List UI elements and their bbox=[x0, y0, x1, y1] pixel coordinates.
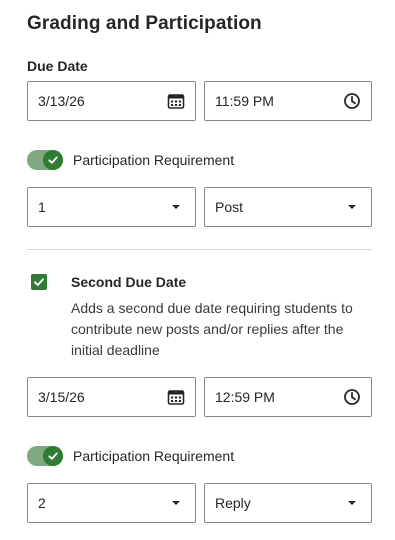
clock-icon[interactable] bbox=[343, 92, 361, 110]
calendar-icon[interactable] bbox=[167, 92, 185, 110]
check-icon bbox=[43, 446, 63, 466]
participation-count-value: 1 bbox=[38, 199, 46, 215]
caret-down-icon bbox=[343, 198, 361, 216]
second-participation-type-value: Reply bbox=[215, 495, 251, 511]
second-due-date-description: Adds a second due date requiring student… bbox=[71, 300, 353, 358]
participation-type-value: Post bbox=[215, 199, 244, 215]
second-due-time-value: 12:59 PM bbox=[215, 389, 275, 405]
section-divider bbox=[27, 249, 372, 250]
due-date-label: Due Date bbox=[27, 58, 88, 74]
section-title: Grading and Participation bbox=[27, 13, 262, 34]
participation-type-select[interactable]: Post bbox=[204, 187, 372, 227]
check-icon bbox=[43, 150, 63, 170]
second-participation-count-select[interactable]: 2 bbox=[27, 483, 196, 523]
participation-toggle[interactable] bbox=[27, 150, 63, 170]
second-due-date-checkbox[interactable] bbox=[31, 274, 47, 290]
due-date-value: 3/13/26 bbox=[38, 93, 85, 109]
second-due-date-label[interactable]: Second Due Date bbox=[71, 274, 186, 290]
second-participation-toggle-label: Participation Requirement bbox=[73, 448, 235, 464]
caret-down-icon bbox=[167, 198, 185, 216]
caret-down-icon bbox=[343, 494, 361, 512]
clock-icon[interactable] bbox=[343, 388, 361, 406]
second-due-date-input[interactable]: 3/15/26 bbox=[27, 377, 196, 417]
participation-count-select[interactable]: 1 bbox=[27, 187, 196, 227]
due-time-input[interactable]: 11:59 PM bbox=[204, 81, 372, 121]
second-participation-type-select[interactable]: Reply bbox=[204, 483, 372, 523]
second-participation-count-value: 2 bbox=[38, 495, 46, 511]
due-time-value: 11:59 PM bbox=[215, 93, 274, 109]
participation-toggle-row[interactable]: Participation Requirement bbox=[27, 150, 234, 170]
participation-toggle-label: Participation Requirement bbox=[73, 152, 235, 168]
caret-down-icon bbox=[167, 494, 185, 512]
second-due-date-value: 3/15/26 bbox=[38, 389, 85, 405]
second-participation-toggle[interactable] bbox=[27, 446, 63, 466]
due-date-input[interactable]: 3/13/26 bbox=[27, 81, 196, 121]
second-due-time-input[interactable]: 12:59 PM bbox=[204, 377, 372, 417]
calendar-icon[interactable] bbox=[167, 388, 185, 406]
second-participation-toggle-row[interactable]: Participation Requirement bbox=[27, 446, 234, 466]
